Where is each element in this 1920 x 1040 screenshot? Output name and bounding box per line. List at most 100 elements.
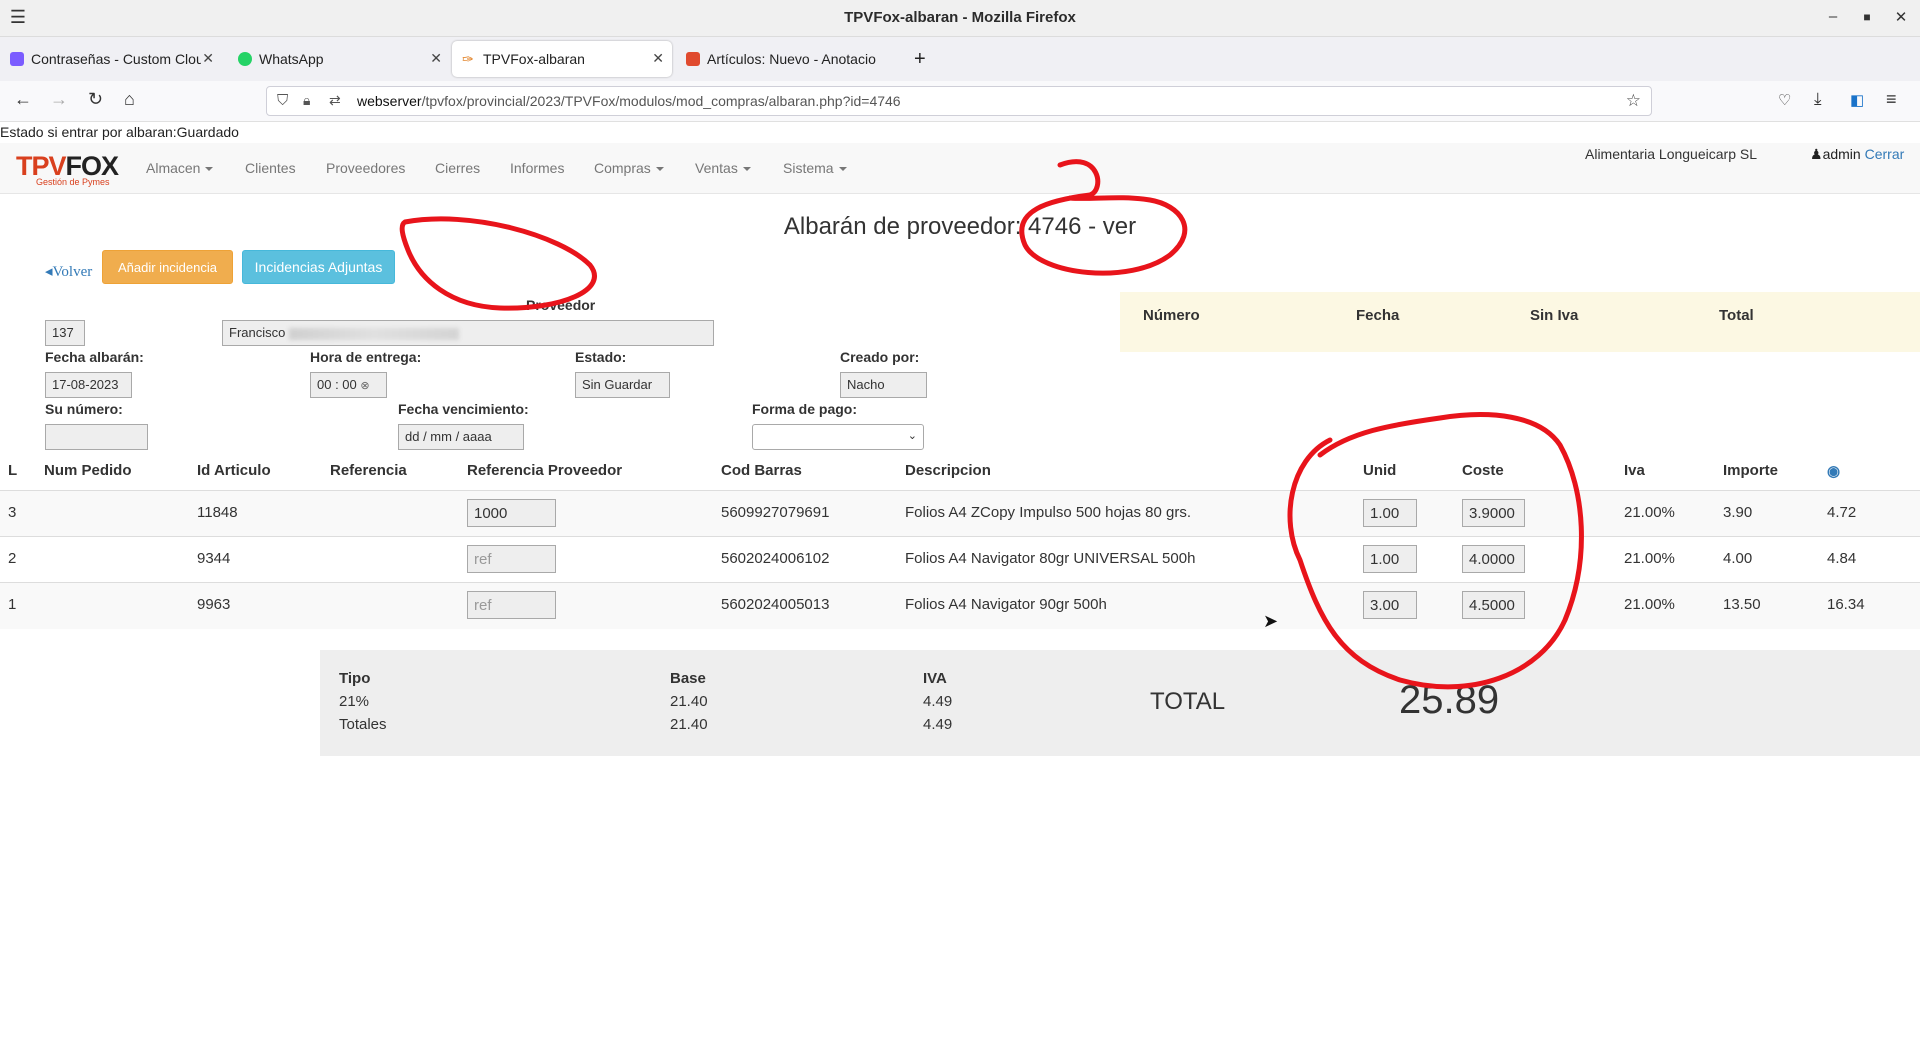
cell-description: Folios A4 ZCopy Impulso 500 hojas 80 grs…: [905, 504, 1191, 521]
su-numero-field[interactable]: [45, 424, 148, 450]
cell-barcode: 5602024006102: [721, 550, 830, 567]
menu-compras[interactable]: Compras: [594, 160, 664, 176]
url-bar[interactable]: ⛉ 🔒︎ ⇄ webserver/tpvfox/provincial/2023/…: [266, 86, 1652, 116]
coste-input[interactable]: 4.0000: [1462, 545, 1525, 573]
tab-whatsapp[interactable]: WhatsApp ✕: [228, 41, 450, 77]
totals-header: Base: [670, 670, 706, 687]
menu-proveedores[interactable]: Proveedores: [326, 160, 405, 176]
eye-icon[interactable]: ◉: [1827, 462, 1840, 480]
clear-icon[interactable]: ⊗: [360, 380, 369, 392]
cell-importe: 13.50: [1723, 596, 1761, 613]
unid-input[interactable]: 1.00: [1363, 499, 1417, 527]
cell-total: 16.34: [1827, 596, 1865, 613]
caret-down-icon: [655, 167, 664, 172]
menu-clientes[interactable]: Clientes: [245, 160, 296, 176]
coste-input[interactable]: 4.5000: [1462, 591, 1525, 619]
close-tab-icon[interactable]: ✕: [430, 50, 442, 67]
tab-label: Contraseñas - Custom Clou: [31, 51, 201, 67]
menu-almacen[interactable]: Almacen: [146, 160, 214, 176]
attached-incidents-button[interactable]: Incidencias Adjuntas: [242, 250, 395, 284]
cell-description: Folios A4 Navigator 90gr 500h: [905, 596, 1107, 613]
status-line: Estado si entrar por albaran:Guardado: [0, 124, 239, 140]
back-arrow-icon[interactable]: ←: [14, 89, 32, 110]
menu-sistema[interactable]: Sistema: [783, 160, 847, 176]
estado-label: Estado:: [575, 349, 627, 365]
totals-header: IVA: [923, 670, 947, 687]
proveedor-name-field[interactable]: Francisco: [222, 320, 714, 346]
ref-proveedor-input[interactable]: ref: [467, 545, 556, 573]
cell-importe: 3.90: [1723, 504, 1753, 521]
tab-tpvfox-albaran[interactable]: ✑ TPVFox-albaran ✕: [452, 41, 672, 77]
tpvfox-logo[interactable]: TPVFOX Gestión de Pymes: [16, 153, 119, 188]
tab-articulos[interactable]: Artículos: Nuevo - Anotacio: [676, 41, 898, 77]
reload-icon[interactable]: ↻: [88, 89, 103, 110]
fecha-field[interactable]: 17-08-2023: [45, 372, 132, 398]
maximize-icon[interactable]: ■: [1857, 10, 1877, 24]
coste-input[interactable]: 3.9000: [1462, 499, 1525, 527]
shield-icon[interactable]: ⛉: [277, 92, 288, 109]
app-menu-icon[interactable]: ≡: [1886, 89, 1897, 110]
col-header: Referencia Proveedor: [467, 462, 623, 479]
summary-header: Fecha: [1356, 307, 1400, 324]
ref-proveedor-input[interactable]: 1000: [467, 499, 556, 527]
col-header: Num Pedido: [44, 462, 132, 479]
back-label: Volver: [52, 264, 93, 280]
proveedor-label: Proveedor: [526, 297, 596, 313]
permissions-icon[interactable]: ⇄: [329, 92, 341, 109]
summary-header: Número: [1143, 307, 1200, 324]
window-title: TPVFox-albaran - Mozilla Firefox: [844, 9, 1076, 26]
download-icon[interactable]: ⤓: [1814, 89, 1822, 109]
vencimiento-field[interactable]: dd / mm / aaaa: [398, 424, 524, 450]
new-tab-button[interactable]: +: [904, 41, 934, 77]
totals-tipo: Totales: [339, 716, 387, 733]
close-tab-icon[interactable]: ✕: [202, 50, 214, 67]
menu-ventas[interactable]: Ventas: [695, 160, 751, 176]
menu-label: Sistema: [783, 160, 834, 176]
cell-id: 11848: [197, 504, 238, 521]
navigation-bar: ← → ↻ ⌂ ⛉ 🔒︎ ⇄ webserver/tpvfox/provinci…: [0, 81, 1920, 122]
lock-icon[interactable]: 🔒︎: [303, 92, 310, 109]
menu-label: Compras: [594, 160, 651, 176]
close-window-icon[interactable]: ✕: [1891, 8, 1911, 26]
logout-link[interactable]: Cerrar: [1865, 146, 1905, 162]
vencimiento-label: Fecha vencimiento:: [398, 401, 529, 417]
caret-down-icon: [742, 167, 751, 172]
hora-field[interactable]: 00 : 00 ⊗: [310, 372, 387, 398]
user-area: ♟admin Cerrar: [1810, 146, 1904, 163]
user-icon: ♟: [1810, 146, 1823, 162]
col-header: Unid: [1363, 462, 1397, 479]
menu-informes[interactable]: Informes: [510, 160, 564, 176]
extension-icon[interactable]: ◧: [1850, 91, 1864, 109]
add-incident-button[interactable]: Añadir incidencia: [102, 250, 233, 284]
forma-pago-select[interactable]: ⌄: [752, 424, 924, 450]
tab-contrasenas[interactable]: Contraseñas - Custom Clou ✕: [0, 41, 222, 77]
tab-label: Artículos: Nuevo - Anotacio: [707, 51, 876, 67]
creado-field[interactable]: Nacho: [840, 372, 927, 398]
totals-iva: 4.49: [923, 693, 953, 710]
url-text: webserver/tpvfox/provincial/2023/TPVFox/…: [357, 93, 901, 109]
totals-iva: 4.49: [923, 716, 953, 733]
hora-label: Hora de entrega:: [310, 349, 422, 365]
cell-barcode: 5602024005013: [721, 596, 830, 613]
minimize-icon[interactable]: –: [1823, 8, 1843, 25]
forward-arrow-icon[interactable]: →: [50, 89, 68, 110]
cell-id: 9344: [197, 550, 231, 567]
proveedor-id-field[interactable]: 137: [45, 320, 85, 346]
col-header: Descripcion: [905, 462, 991, 479]
ref-proveedor-input[interactable]: ref: [467, 591, 556, 619]
tab-label: TPVFox-albaran: [483, 51, 585, 67]
bookmark-star-icon[interactable]: ☆: [1626, 91, 1641, 111]
table-row: 2 9344 ref 5602024006102 Folios A4 Navig…: [0, 536, 1920, 583]
pocket-icon[interactable]: ♡: [1778, 91, 1791, 109]
close-tab-icon[interactable]: ✕: [652, 50, 664, 67]
cell-line: 2: [8, 550, 17, 567]
creado-label: Creado por:: [840, 349, 920, 365]
menu-cierres[interactable]: Cierres: [435, 160, 480, 176]
estado-field[interactable]: Sin Guardar: [575, 372, 670, 398]
back-link[interactable]: ◂Volver: [45, 262, 92, 281]
window-titlebar: ☰ TPVFox-albaran - Mozilla Firefox – ■ ✕: [0, 0, 1920, 37]
unid-input[interactable]: 3.00: [1363, 591, 1417, 619]
unid-input[interactable]: 1.00: [1363, 545, 1417, 573]
cell-iva: 21.00%: [1624, 550, 1675, 567]
home-icon[interactable]: ⌂: [124, 89, 135, 110]
